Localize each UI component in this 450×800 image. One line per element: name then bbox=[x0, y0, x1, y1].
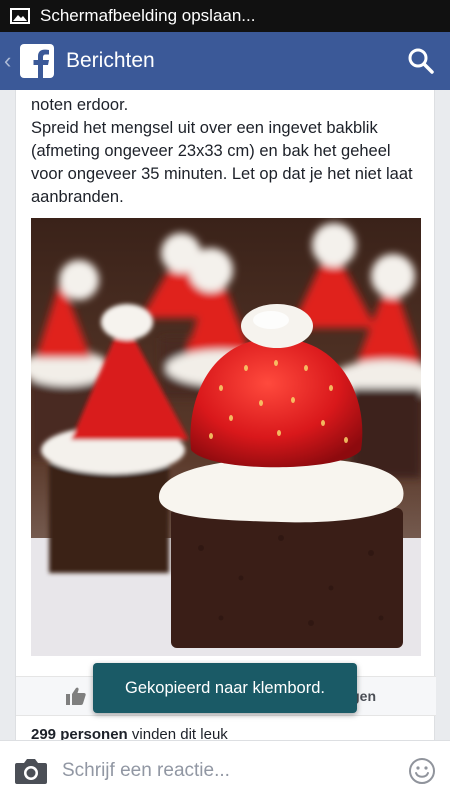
smiley-icon bbox=[409, 757, 435, 784]
search-icon bbox=[408, 48, 434, 74]
likes-summary[interactable]: 299 personen vinden dit leuk bbox=[31, 726, 228, 740]
likes-suffix: vinden dit leuk bbox=[131, 726, 228, 740]
status-bar: Schermafbeelding opslaan... bbox=[0, 0, 450, 32]
post-text-line: noten erdoor. bbox=[31, 96, 129, 114]
emoji-button[interactable] bbox=[394, 741, 450, 800]
feed-content[interactable]: noten erdoor. Spreid het mengsel uit ove… bbox=[0, 90, 450, 740]
status-notification-text: Schermafbeelding opslaan... bbox=[40, 6, 256, 25]
camera-icon bbox=[15, 758, 47, 784]
page-title: Berichten bbox=[66, 49, 155, 72]
facebook-logo-icon[interactable] bbox=[20, 44, 54, 78]
comment-composer bbox=[0, 740, 450, 800]
image-icon bbox=[10, 8, 30, 24]
likes-count[interactable]: 299 personen bbox=[31, 726, 128, 740]
back-chevron-icon[interactable]: ‹ bbox=[4, 48, 16, 74]
post-photo[interactable] bbox=[31, 218, 421, 656]
post-text: noten erdoor. Spreid het mengsel uit ove… bbox=[31, 94, 426, 209]
camera-button[interactable] bbox=[0, 741, 62, 800]
search-button[interactable] bbox=[392, 32, 450, 90]
post-card: noten erdoor. Spreid het mengsel uit ove… bbox=[15, 90, 436, 740]
app-header: ‹ Berichten bbox=[0, 32, 450, 90]
toast-message: Gekopieerd naar klembord. bbox=[93, 663, 357, 713]
post-text-line: Spreid het mengsel uit over een ingevet … bbox=[31, 119, 413, 206]
toast-text: Gekopieerd naar klembord. bbox=[125, 678, 325, 697]
thumbs-up-icon bbox=[66, 687, 86, 705]
comment-input[interactable] bbox=[62, 750, 394, 791]
